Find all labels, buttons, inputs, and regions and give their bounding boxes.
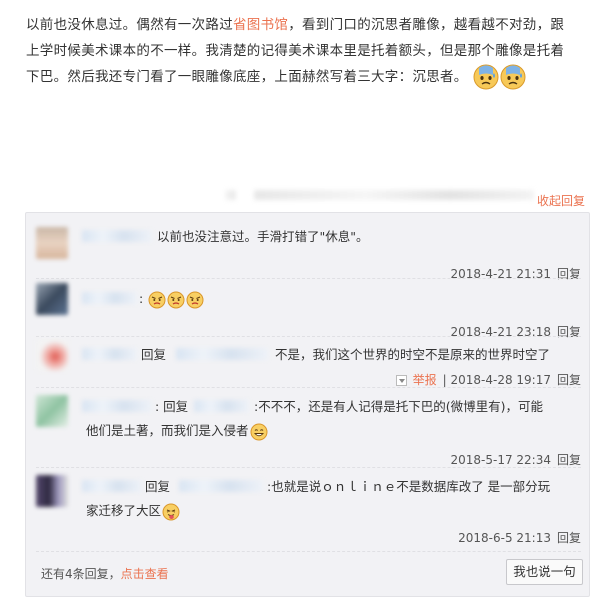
reply-time: 2018-6-5 21:13 [458,531,551,545]
reply-meta: 2018-4-21 23:18 回复 [450,323,581,340]
avatar[interactable] [36,339,68,371]
reply-text-line2: 他们是土著，而我们是入侵者 [86,419,268,443]
reply-colon: : [139,291,144,306]
reply-list: 以前也没注意过。手滑打错了"休息"。 2018-4-21 21:31 回复 : 2… [25,212,590,597]
chevron-down-icon[interactable] [395,375,407,386]
username-blurred[interactable] [82,400,152,412]
more-replies-text: 还有4条回复， [41,567,121,581]
reply-text: 不是，我们这个世界的时空不是原来的世界时空了 [275,347,551,362]
avatar[interactable] [36,227,68,259]
reply-time: 2018-4-28 19:17 [450,373,551,387]
more-replies: 还有4条回复，点击查看 [41,565,169,582]
divider [36,387,581,388]
reply-meta: 2018-5-17 22:34 回复 [450,451,581,468]
reply-prefix: 回复 [145,479,171,494]
username-blurred[interactable] [82,348,137,360]
divider [36,467,581,468]
username-blurred[interactable] [176,348,268,360]
reply-text-line1: :不不不，还是有人记得是托下巴的(微博里有)，可能 [254,399,543,414]
sweat-emoji-icon [500,64,526,90]
reply-text-line2: 家迁移了大区 [86,499,180,523]
post-body: 以前也没休息过。偶然有一次路过省图书馆，看到门口的沉思者雕像，越看越不对劲，跟上… [26,12,571,90]
reply-button[interactable]: 回复 [557,373,581,387]
username-blurred[interactable] [82,230,152,242]
post-text-before-link: 以前也没休息过。偶然有一次路过 [26,17,233,33]
avatar[interactable] [36,283,68,315]
reply-prefix: 回复 [141,347,167,362]
username-blurred[interactable] [179,480,263,492]
tongue-emoji-icon [162,503,180,520]
reply-meta: 2018-6-5 21:13 回复 [458,529,581,546]
reply-button[interactable]: 回复 [557,453,581,467]
reply-meta: 举报 | 2018-4-28 19:17 回复 [395,371,581,388]
divider [36,336,581,337]
reply-text: 以前也没注意过。手滑打错了"休息"。 [157,229,369,244]
reply-text: 家迁移了大区 [86,503,162,518]
username-blurred[interactable] [82,292,137,304]
blurred-region [226,188,542,202]
reply-text: : [139,287,204,311]
angry-emoji-icon [186,291,204,308]
collapse-replies-link[interactable]: 收起回复 [537,192,585,209]
username-blurred[interactable] [82,480,142,492]
avatar[interactable] [36,475,68,507]
divider [36,278,581,279]
grin-emoji-icon [250,423,268,440]
reply-button[interactable]: 回复 [557,531,581,545]
username-blurred[interactable] [194,400,249,412]
view-more-link[interactable]: 点击查看 [121,567,169,581]
sweat-emoji-icon [473,64,499,90]
reply-meta: 2018-4-21 21:31 回复 [450,265,581,282]
reply-time: 2018-5-17 22:34 [450,453,551,467]
location-link[interactable]: 省图书馆 [233,17,288,33]
reply-text-line1: :也就是说ｏｎｌｉｎｅ不是数据库改了 是一部分玩 [267,479,551,494]
reply-text: 他们是土著，而我们是入侵者 [86,423,249,438]
reply-prefix: : 回复 [155,399,189,414]
report-link[interactable]: 举报 [413,373,437,387]
add-reply-button[interactable]: 我也说一句 [506,559,583,585]
angry-emoji-icon [167,291,185,308]
avatar[interactable] [36,395,68,427]
angry-emoji-icon [148,291,166,308]
divider [36,551,581,552]
